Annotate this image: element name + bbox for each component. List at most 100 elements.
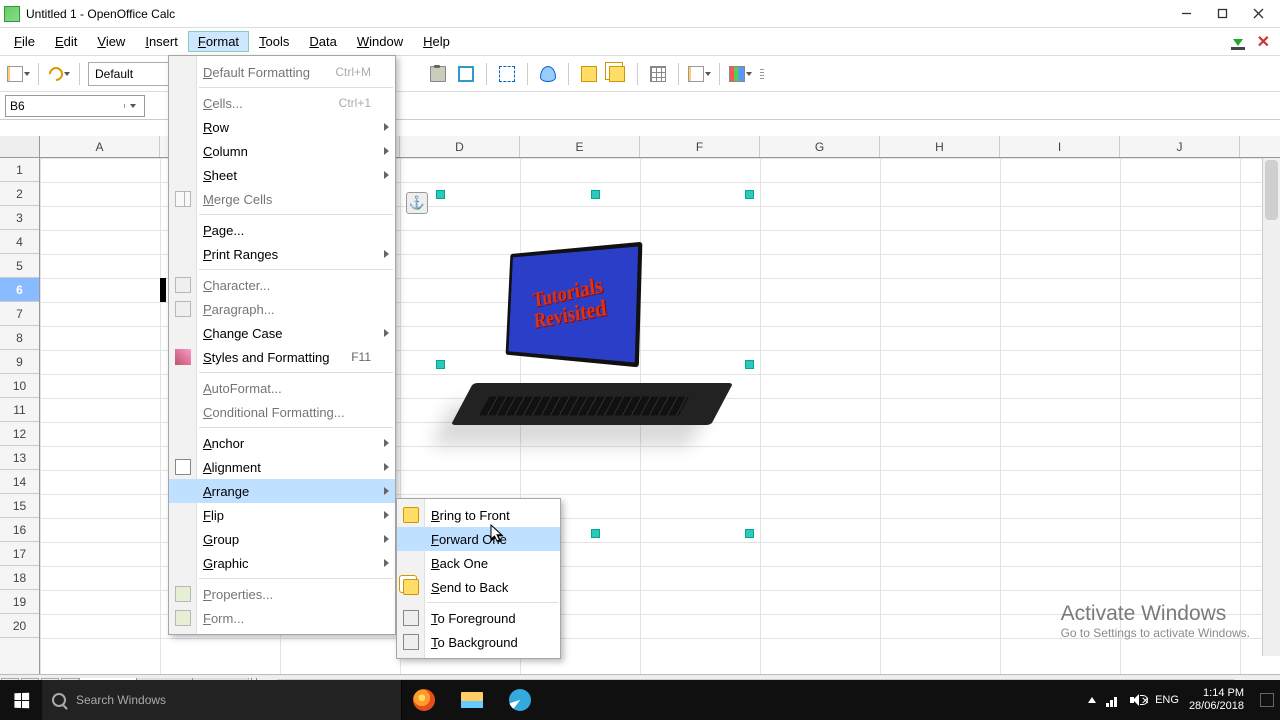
menu-help[interactable]: Help [413, 31, 460, 52]
row-header[interactable]: 3 [0, 206, 39, 230]
paste-button[interactable] [426, 62, 450, 86]
menu-view[interactable]: View [87, 31, 135, 52]
new-button[interactable] [6, 62, 30, 86]
menu-item: Properties... [169, 582, 395, 606]
menu-item[interactable]: Anchor [169, 431, 395, 455]
row-header[interactable]: 12 [0, 422, 39, 446]
search-placeholder: Search Windows [76, 693, 166, 707]
taskbar-firefox[interactable] [402, 680, 446, 720]
col-header[interactable]: J [1120, 136, 1240, 157]
row-header[interactable]: 13 [0, 446, 39, 470]
menu-item[interactable]: Sheet [169, 163, 395, 187]
start-button[interactable] [0, 680, 42, 720]
anchor-button[interactable] [536, 62, 560, 86]
col-header[interactable]: D [400, 136, 520, 157]
chart-button[interactable] [728, 62, 752, 86]
menu-item[interactable]: Change Case [169, 321, 395, 345]
select-button[interactable] [495, 62, 519, 86]
col-header[interactable]: A [40, 136, 160, 157]
menu-edit[interactable]: Edit [45, 31, 87, 52]
row-header[interactable]: 11 [0, 398, 39, 422]
maximize-button[interactable] [1204, 2, 1240, 26]
taskbar-openoffice[interactable] [498, 680, 542, 720]
select-all-corner[interactable] [0, 136, 40, 157]
windows-search[interactable]: Search Windows [42, 680, 402, 720]
menu-item[interactable]: Row [169, 115, 395, 139]
send-back-button[interactable] [605, 62, 629, 86]
titlebar: Untitled 1 - OpenOffice Calc [0, 0, 1280, 28]
col-header[interactable]: F [640, 136, 760, 157]
menubar: FileEditViewInsertFormatToolsDataWindowH… [0, 28, 1280, 56]
selected-image-object[interactable]: ⚓ Tutorials Revisited [440, 194, 750, 534]
frame-button[interactable] [454, 62, 478, 86]
format-menu-dropdown[interactable]: Default FormattingCtrl+MCells...Ctrl+1Ro… [168, 55, 396, 635]
menu-item[interactable]: Page... [169, 218, 395, 242]
row-header[interactable]: 5 [0, 254, 39, 278]
menu-item[interactable]: To Background [397, 630, 560, 654]
menu-item[interactable]: Column [169, 139, 395, 163]
anchor-icon[interactable]: ⚓ [406, 192, 428, 214]
menu-window[interactable]: Window [347, 31, 413, 52]
row-headers[interactable]: 1234567891011121314151617181920 [0, 158, 40, 674]
row-header[interactable]: 9 [0, 350, 39, 374]
menu-item: Character... [169, 273, 395, 297]
row-header[interactable]: 14 [0, 470, 39, 494]
volume-icon[interactable]: ✕ [1130, 694, 1145, 706]
col-header[interactable]: G [760, 136, 880, 157]
menu-insert[interactable]: Insert [135, 31, 188, 52]
arrange-submenu[interactable]: Bring to FrontForward OneBack OneSend to… [396, 498, 561, 659]
row-header[interactable]: 17 [0, 542, 39, 566]
menu-item[interactable]: Arrange [169, 479, 395, 503]
system-tray[interactable]: ✕ ENG 1:14 PM 28/06/2018 [1082, 687, 1280, 713]
row-header[interactable]: 2 [0, 182, 39, 206]
clock[interactable]: 1:14 PM 28/06/2018 [1189, 687, 1244, 713]
windows-taskbar: Search Windows ✕ ENG 1:14 PM 28/06/2018 [0, 680, 1280, 720]
row-header[interactable]: 20 [0, 614, 39, 638]
tray-chevron-icon[interactable] [1088, 697, 1096, 703]
menu-item[interactable]: Bring to Front [397, 503, 560, 527]
row-header[interactable]: 1 [0, 158, 39, 182]
row-header[interactable]: 15 [0, 494, 39, 518]
menu-item[interactable]: Alignment [169, 455, 395, 479]
row-header[interactable]: 7 [0, 302, 39, 326]
row-header[interactable]: 6 [0, 278, 39, 302]
grid-button[interactable] [646, 62, 670, 86]
menu-item[interactable]: Print Ranges [169, 242, 395, 266]
menu-item[interactable]: Back One [397, 551, 560, 575]
notifications-icon[interactable] [1260, 693, 1274, 707]
menu-data[interactable]: Data [299, 31, 346, 52]
row-header[interactable]: 19 [0, 590, 39, 614]
keyboard-lang[interactable]: ENG [1155, 694, 1179, 706]
bring-front-button[interactable] [577, 62, 601, 86]
taskbar-explorer[interactable] [450, 680, 494, 720]
menu-item[interactable]: Graphic [169, 551, 395, 575]
network-icon[interactable] [1106, 693, 1120, 707]
tools-button[interactable] [47, 62, 71, 86]
row-header[interactable]: 18 [0, 566, 39, 590]
download-icon[interactable] [1229, 33, 1247, 51]
col-header[interactable]: E [520, 136, 640, 157]
doc-button[interactable] [687, 62, 711, 86]
menu-item[interactable]: Group [169, 527, 395, 551]
menu-tools[interactable]: Tools [249, 31, 299, 52]
col-header[interactable]: I [1000, 136, 1120, 157]
close-doc-icon[interactable]: ✕ [1257, 32, 1270, 52]
row-header[interactable]: 16 [0, 518, 39, 542]
menu-item[interactable]: Forward One [397, 527, 560, 551]
close-button[interactable] [1240, 2, 1276, 26]
menu-file[interactable]: File [4, 31, 45, 52]
name-box[interactable]: B6 [5, 95, 145, 117]
search-icon [52, 693, 66, 707]
menu-item[interactable]: Styles and FormattingF11 [169, 345, 395, 369]
menu-format[interactable]: Format [188, 31, 249, 52]
name-box-value: B6 [10, 99, 25, 113]
menu-item[interactable]: Send to Back [397, 575, 560, 599]
menu-item[interactable]: Flip [169, 503, 395, 527]
menu-item[interactable]: To Foreground [397, 606, 560, 630]
row-header[interactable]: 4 [0, 230, 39, 254]
col-header[interactable]: H [880, 136, 1000, 157]
minimize-button[interactable] [1168, 2, 1204, 26]
row-header[interactable]: 10 [0, 374, 39, 398]
vertical-scrollbar[interactable] [1262, 158, 1280, 656]
row-header[interactable]: 8 [0, 326, 39, 350]
